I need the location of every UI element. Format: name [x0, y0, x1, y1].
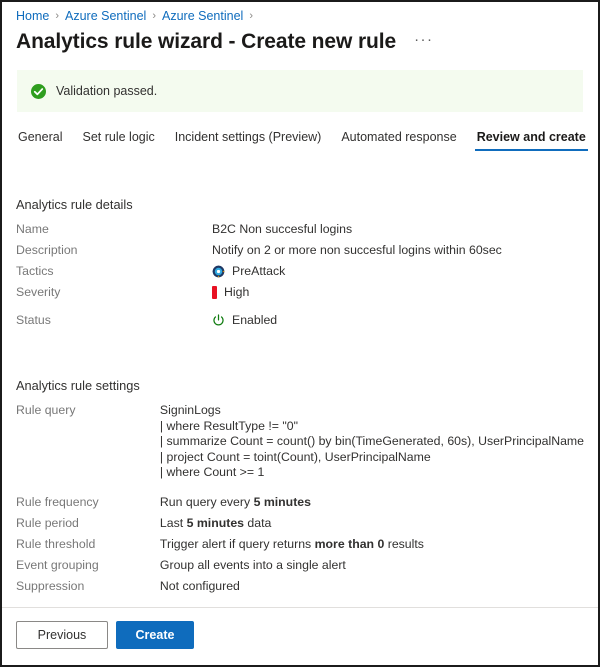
setting-label-rule-query: Rule query [16, 403, 160, 495]
table-row: Rule threshold Trigger alert if query re… [16, 537, 584, 558]
detail-value-tactics: PreAttack [232, 264, 285, 278]
breadcrumb: Home › Azure Sentinel › Azure Sentinel › [2, 2, 598, 24]
table-row: Tactics PreAttack [16, 264, 584, 285]
validation-message: Validation passed. [56, 84, 157, 98]
setting-value-rule-period: Last 5 minutes data [160, 516, 584, 537]
analytics-rule-settings-table: Rule query SigninLogs | where ResultType… [16, 403, 584, 600]
wizard-tabs: General Set rule logic Incident settings… [8, 126, 598, 151]
setting-value-rule-threshold: Trigger alert if query returns more than… [160, 537, 584, 558]
value-prefix: Trigger alert if query returns [160, 537, 315, 551]
review-content: Analytics rule details Name B2C Non succ… [2, 151, 598, 607]
tab-automated-response[interactable]: Automated response [331, 126, 466, 151]
detail-value-severity-cell: High [212, 285, 584, 313]
table-row: Event grouping Group all events into a s… [16, 558, 584, 579]
detail-label-tactics: Tactics [16, 264, 212, 285]
setting-label-rule-threshold: Rule threshold [16, 537, 160, 558]
setting-value-suppression: Not configured [160, 579, 584, 600]
table-row: Rule query SigninLogs | where ResultType… [16, 403, 584, 495]
wizard-footer: Previous Create [2, 607, 598, 665]
detail-label-status: Status [16, 313, 212, 334]
table-row: Suppression Not configured [16, 579, 584, 600]
page-title: Analytics rule wizard - Create new rule [16, 30, 396, 54]
setting-value-rule-frequency: Run query every 5 minutes [160, 495, 584, 516]
severity-high-icon [212, 286, 217, 299]
table-row: Status Enabled [16, 313, 584, 334]
detail-value-name: B2C Non succesful logins [212, 222, 584, 243]
setting-value-rule-query-cell: SigninLogs | where ResultType != "0" | s… [160, 403, 584, 495]
table-row: Description Notify on 2 or more non succ… [16, 243, 584, 264]
azure-portal-blade: Home › Azure Sentinel › Azure Sentinel ›… [0, 0, 600, 667]
detail-label-description: Description [16, 243, 212, 264]
table-row: Rule period Last 5 minutes data [16, 516, 584, 537]
rule-query-text: SigninLogs | where ResultType != "0" | s… [160, 403, 584, 481]
breadcrumb-separator-icon: › [249, 8, 253, 24]
breadcrumb-separator-icon: › [152, 8, 156, 24]
tactics-target-icon [212, 265, 225, 278]
analytics-rule-details-table: Name B2C Non succesful logins Descriptio… [16, 222, 584, 334]
tab-general[interactable]: General [8, 126, 72, 151]
tab-review-and-create[interactable]: Review and create [467, 126, 596, 151]
breadcrumb-separator-icon: › [55, 8, 59, 24]
section-title-analytics-rule-settings: Analytics rule settings [16, 378, 584, 393]
value-suffix: results [384, 537, 424, 551]
value-strong: 5 minutes [187, 516, 244, 530]
validation-banner: Validation passed. [17, 70, 583, 112]
setting-label-suppression: Suppression [16, 579, 160, 600]
table-row: Severity High [16, 285, 584, 313]
detail-value-description: Notify on 2 or more non succesful logins… [212, 243, 584, 264]
create-button[interactable]: Create [116, 621, 194, 649]
breadcrumb-item-azure-sentinel-2[interactable]: Azure Sentinel [162, 8, 243, 24]
table-row: Name B2C Non succesful logins [16, 222, 584, 243]
power-icon [212, 314, 225, 327]
more-options-icon[interactable]: ··· [410, 31, 438, 53]
previous-button[interactable]: Previous [16, 621, 108, 649]
tab-incident-settings[interactable]: Incident settings (Preview) [165, 126, 332, 151]
setting-label-rule-frequency: Rule frequency [16, 495, 160, 516]
setting-value-event-grouping: Group all events into a single alert [160, 558, 584, 579]
value-prefix: Run query every [160, 495, 254, 509]
detail-value-status: Enabled [232, 313, 277, 327]
detail-value-severity: High [224, 285, 249, 299]
detail-label-name: Name [16, 222, 212, 243]
value-suffix: data [244, 516, 271, 530]
value-prefix: Last [160, 516, 187, 530]
table-row: Rule frequency Run query every 5 minutes [16, 495, 584, 516]
value-strong: more than 0 [315, 537, 385, 551]
setting-label-event-grouping: Event grouping [16, 558, 160, 579]
section-title-analytics-rule-details: Analytics rule details [16, 197, 584, 212]
setting-label-rule-period: Rule period [16, 516, 160, 537]
breadcrumb-item-home[interactable]: Home [16, 8, 49, 24]
tab-set-rule-logic[interactable]: Set rule logic [72, 126, 164, 151]
detail-value-tactics-cell: PreAttack [212, 264, 584, 285]
detail-value-status-cell: Enabled [212, 313, 584, 334]
title-row: Analytics rule wizard - Create new rule … [2, 24, 598, 54]
check-circle-icon [31, 84, 46, 99]
breadcrumb-item-azure-sentinel-1[interactable]: Azure Sentinel [65, 8, 146, 24]
value-strong: 5 minutes [254, 495, 311, 509]
detail-label-severity: Severity [16, 285, 212, 313]
